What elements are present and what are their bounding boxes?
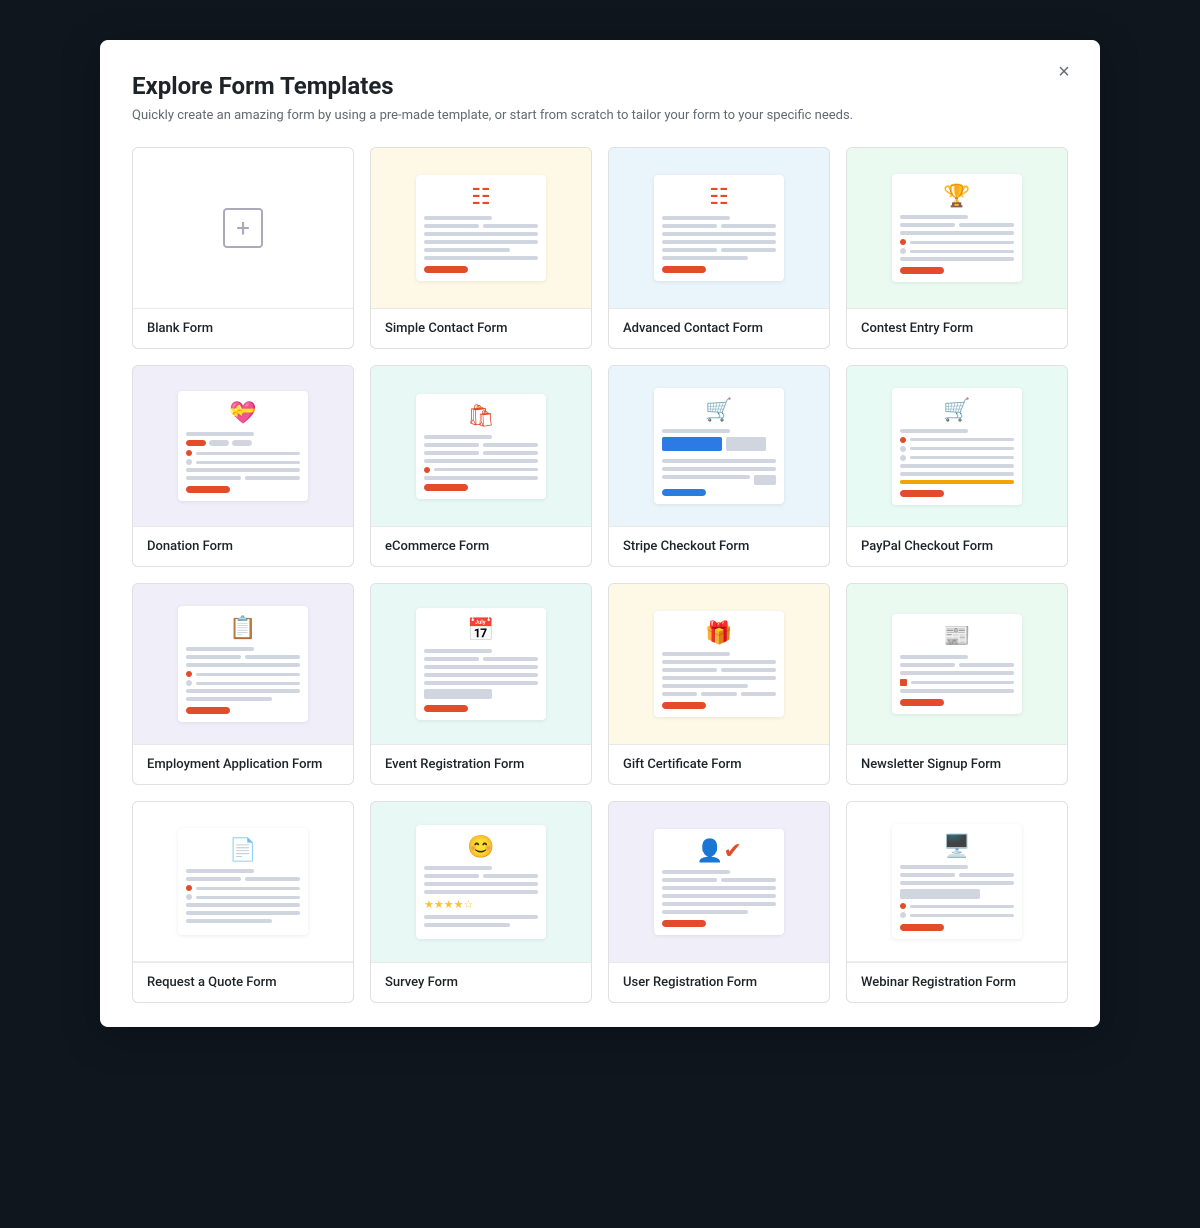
template-label-paypal-checkout: PayPal Checkout Form — [847, 526, 1067, 566]
template-card-survey[interactable]: 😊 ★★★★☆ Survey Form — [370, 801, 592, 1003]
modal-subtitle: Quickly create an amazing form by using … — [132, 108, 1068, 123]
template-card-paypal-checkout[interactable]: 🛒 PayPal Checkout Form — [846, 365, 1068, 567]
template-preview-employment: 📋 — [133, 584, 353, 744]
template-label-user-registration: User Registration Form — [609, 962, 829, 1002]
form-icon: ☷ — [662, 185, 776, 210]
preview-inner-donation: 💝 — [178, 391, 308, 501]
blank-plus-icon: + — [223, 208, 263, 248]
template-preview-event-registration: 📅 — [371, 584, 591, 744]
template-label-ecommerce: eCommerce Form — [371, 526, 591, 566]
template-preview-paypal-checkout: 🛒 — [847, 366, 1067, 526]
templates-grid: + Blank Form ☷ Simple Contact Form — [132, 147, 1068, 1003]
template-preview-user-registration: 👤✔ — [609, 802, 829, 962]
preview-inner-paypal-checkout: 🛒 — [892, 388, 1022, 505]
template-preview-ecommerce: 🛍 — [371, 366, 591, 526]
template-card-event-registration[interactable]: 📅 Event Registration Form — [370, 583, 592, 785]
template-preview-stripe-checkout: 🛒 — [609, 366, 829, 526]
template-label-webinar-registration: Webinar Registration Form — [847, 962, 1067, 1002]
template-card-user-registration[interactable]: 👤✔ User Registration Form — [608, 801, 830, 1003]
cart-icon: 🛒 — [900, 398, 1014, 423]
template-card-request-quote[interactable]: 📄 Request a Quote Form — [132, 801, 354, 1003]
template-card-newsletter-signup[interactable]: 📰 Newsletter Signup Form — [846, 583, 1068, 785]
calendar-icon: 📅 — [424, 618, 538, 643]
preview-inner-contest-entry: 🏆 — [892, 174, 1022, 282]
template-label-contest-entry: Contest Entry Form — [847, 308, 1067, 348]
template-preview-survey: 😊 ★★★★☆ — [371, 802, 591, 962]
template-card-gift-certificate[interactable]: 🎁 Gift Certificate Form — [608, 583, 830, 785]
preview-inner-webinar-registration: 🖥️ — [892, 824, 1022, 939]
preview-inner-employment: 📋 — [178, 606, 308, 722]
preview-inner-stripe-checkout: 🛒 — [654, 388, 784, 504]
template-preview-advanced-contact: ☷ — [609, 148, 829, 308]
template-label-blank: Blank Form — [133, 308, 353, 348]
template-label-advanced-contact: Advanced Contact Form — [609, 308, 829, 348]
preview-inner-survey: 😊 ★★★★☆ — [416, 825, 546, 939]
template-label-gift-certificate: Gift Certificate Form — [609, 744, 829, 784]
template-preview-contest-entry: 🏆 — [847, 148, 1067, 308]
trophy-icon: 🏆 — [900, 184, 1014, 209]
template-card-stripe-checkout[interactable]: 🛒 Stripe Checkout Form — [608, 365, 830, 567]
template-label-request-quote: Request a Quote Form — [133, 962, 353, 1002]
template-label-employment: Employment Application Form — [133, 744, 353, 784]
newsletter-icon: 📰 — [900, 624, 1014, 649]
template-card-advanced-contact[interactable]: ☷ Advanced Contact Form — [608, 147, 830, 349]
smiley-icon: 😊 — [424, 835, 538, 860]
user-check-icon: 👤✔ — [662, 839, 776, 864]
quote-icon: 📄 — [186, 838, 300, 863]
preview-inner-ecommerce: 🛍 — [416, 394, 546, 499]
template-preview-blank: + — [133, 148, 353, 308]
template-label-event-registration: Event Registration Form — [371, 744, 591, 784]
template-label-survey: Survey Form — [371, 962, 591, 1002]
id-badge-icon: 📋 — [186, 616, 300, 641]
template-card-contest-entry[interactable]: 🏆 Contest Entry Form — [846, 147, 1068, 349]
template-label-newsletter-signup: Newsletter Signup Form — [847, 744, 1067, 784]
template-label-stripe-checkout: Stripe Checkout Form — [609, 526, 829, 566]
preview-inner-user-registration: 👤✔ — [654, 829, 784, 935]
heart-icon: 💝 — [186, 401, 300, 426]
close-button[interactable]: × — [1048, 56, 1080, 88]
preview-inner-simple-contact: ☷ — [416, 175, 546, 281]
preview-inner-event-registration: 📅 — [416, 608, 546, 720]
template-preview-webinar-registration: 🖥️ — [847, 802, 1067, 962]
template-preview-gift-certificate: 🎁 — [609, 584, 829, 744]
template-card-donation[interactable]: 💝 Donation Form — [132, 365, 354, 567]
preview-inner-advanced-contact: ☷ — [654, 175, 784, 281]
modal-header: Explore Form Templates Quickly create an… — [132, 72, 1068, 123]
template-card-blank[interactable]: + Blank Form — [132, 147, 354, 349]
preview-inner-newsletter-signup: 📰 — [892, 614, 1022, 714]
template-card-webinar-registration[interactable]: 🖥️ Webinar Registration Form — [846, 801, 1068, 1003]
template-label-simple-contact: Simple Contact Form — [371, 308, 591, 348]
preview-inner-request-quote: 📄 — [178, 828, 308, 935]
template-preview-request-quote: 📄 — [133, 802, 353, 962]
form-icon: ☷ — [424, 185, 538, 210]
template-preview-simple-contact: ☷ — [371, 148, 591, 308]
preview-inner-gift-certificate: 🎁 — [654, 611, 784, 717]
bag-icon: 🛍 — [424, 404, 538, 429]
explore-templates-modal: Explore Form Templates Quickly create an… — [100, 40, 1100, 1027]
monitor-icon: 🖥️ — [900, 834, 1014, 859]
template-preview-newsletter-signup: 📰 — [847, 584, 1067, 744]
template-label-donation: Donation Form — [133, 526, 353, 566]
modal-title: Explore Form Templates — [132, 72, 1068, 100]
template-card-simple-contact[interactable]: ☷ Simple Contact Form — [370, 147, 592, 349]
template-card-employment[interactable]: 📋 Employment Application Form — [132, 583, 354, 785]
template-card-ecommerce[interactable]: 🛍 eCommerce Form — [370, 365, 592, 567]
cart-icon: 🛒 — [662, 398, 776, 423]
gift-icon: 🎁 — [662, 621, 776, 646]
template-preview-donation: 💝 — [133, 366, 353, 526]
